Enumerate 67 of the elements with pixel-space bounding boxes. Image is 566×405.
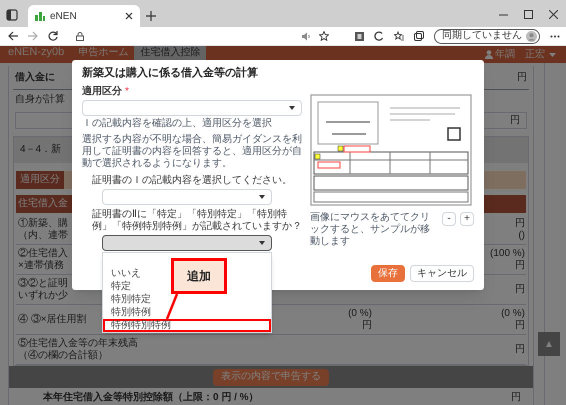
- more-icon[interactable]: [550, 34, 560, 38]
- hint-text: Ｉの記載内容を確認の上、適用区分を選択: [82, 118, 273, 130]
- caption-text: 画像にマウスをあててクリックすると、サンプルが移動します: [310, 212, 431, 248]
- back-icon[interactable]: [8, 31, 18, 41]
- caret-icon: [259, 195, 265, 199]
- browser-tab[interactable]: eNEN: [28, 5, 140, 27]
- row-label: いずれか少: [18, 290, 68, 302]
- row-label: ④ ③×居住用割: [18, 314, 87, 326]
- close-icon[interactable]: [125, 12, 133, 20]
- amount-text: 円: [515, 344, 525, 356]
- row-label: （④の欄の合計額）: [18, 350, 108, 362]
- question-label: 証明書のＩの記載内容を選択してください。: [91, 175, 293, 187]
- field-label: 自身が計算: [15, 94, 65, 106]
- amount-text: (100 %): [490, 248, 525, 260]
- callout-box: 追加: [171, 258, 227, 294]
- collections-icon[interactable]: [414, 31, 424, 41]
- category-label: 適用区分: [16, 171, 64, 189]
- amount-text: 円: [515, 218, 525, 230]
- leader-line: [165, 294, 179, 319]
- dropdown-option[interactable]: 特別特定: [103, 293, 157, 306]
- dropdown-option[interactable]: 特定: [103, 280, 137, 293]
- select-field[interactable]: [102, 235, 272, 251]
- total-label: 本年住宅借入金等特別控除額（上限：0 円 / %）: [42, 392, 259, 404]
- avatar-icon: [526, 30, 537, 42]
- dropdown-option[interactable]: 特例特別特例: [103, 319, 271, 332]
- row-label: ①新築、購: [18, 218, 68, 230]
- dropdown-option[interactable]: 特別特例: [103, 306, 157, 319]
- unit-label: 円: [511, 392, 522, 404]
- cancel-button[interactable]: キャンセル: [410, 265, 474, 282]
- refresh-loop-icon[interactable]: [374, 31, 384, 41]
- amount-text: (): [518, 230, 525, 242]
- favorite-star-icon[interactable]: [319, 31, 329, 41]
- amount-text: 円: [515, 320, 525, 332]
- dropdown-option[interactable]: いいえ: [103, 267, 147, 280]
- dialog-title: 新築又は購入に係る借入金等の計算: [82, 67, 259, 80]
- profile-button[interactable]: 同期していません: [434, 28, 540, 44]
- required-mark: *: [125, 86, 129, 98]
- row-label: （内、連帯: [18, 230, 68, 242]
- unit-label: 円: [517, 72, 527, 84]
- amount-text: (0 %): [501, 308, 525, 320]
- favorites-icon[interactable]: [394, 31, 404, 41]
- forward-icon: [28, 31, 38, 41]
- field-label: 適用区分: [82, 86, 122, 98]
- zoom-button[interactable]: -: [442, 212, 456, 226]
- row-label: ③②と証明: [18, 278, 68, 290]
- user-icon: [485, 50, 493, 59]
- tab-actions-icon[interactable]: [6, 9, 18, 21]
- caret-icon: [289, 106, 295, 110]
- favicon-icon: [35, 11, 45, 21]
- speaker-wave-icon[interactable]: [301, 32, 311, 40]
- row-label: ×連帯債務: [18, 260, 64, 272]
- close-icon[interactable]: [549, 10, 558, 19]
- lock-icon: [76, 32, 84, 40]
- amount-text: 円: [515, 284, 525, 296]
- column-header: 借入金に: [15, 72, 55, 84]
- amount-text: 円: [362, 320, 372, 332]
- amount-text: (0 %): [348, 308, 372, 320]
- amount-text: 円: [515, 260, 525, 272]
- new-tab-icon[interactable]: [146, 11, 156, 21]
- row-label: ②住宅借入: [18, 248, 68, 260]
- maximize-icon[interactable]: [524, 10, 533, 19]
- reload-icon[interactable]: [48, 31, 58, 41]
- row-label: ⑤住宅借入金等の年末残高: [18, 338, 138, 350]
- caret-icon: [259, 241, 265, 245]
- extension-icon[interactable]: [355, 32, 364, 40]
- zoom-button[interactable]: +: [460, 212, 474, 226]
- caret-icon[interactable]: [549, 52, 556, 56]
